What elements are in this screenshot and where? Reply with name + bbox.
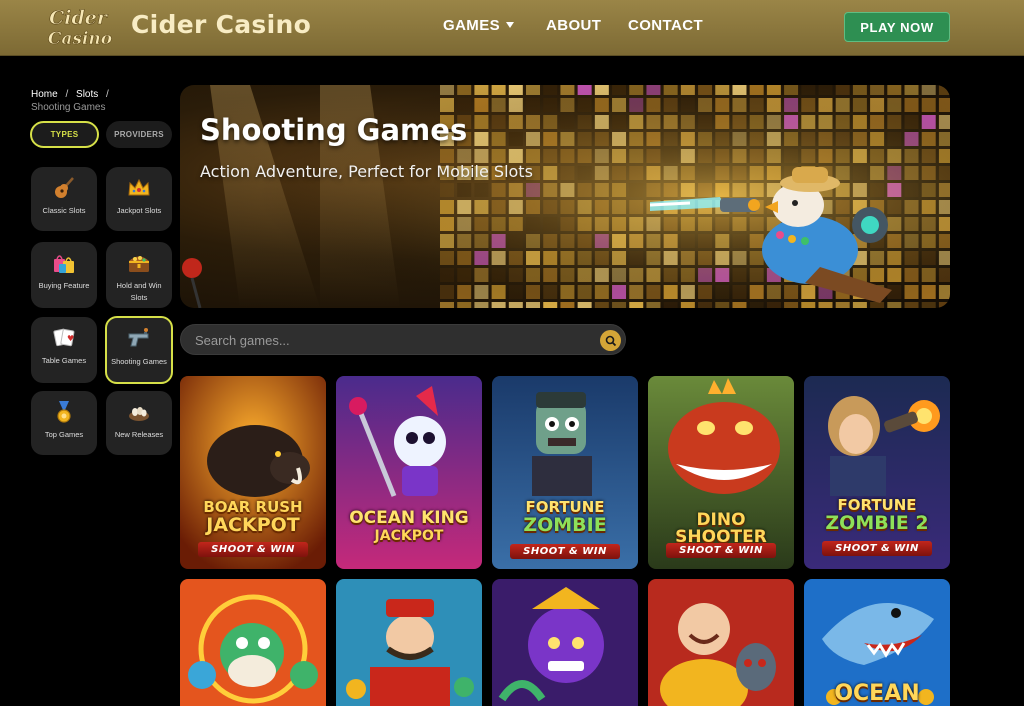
- game-title: OCEAN KING: [349, 508, 469, 528]
- banner-title: Shooting Games: [200, 113, 468, 147]
- game-tile-dino-shooter[interactable]: DINO SHOOTER SHOOT & WIN: [648, 376, 794, 569]
- game-tile[interactable]: [492, 579, 638, 706]
- search-button[interactable]: [600, 330, 621, 351]
- game-title: JACKPOT: [206, 514, 300, 536]
- guitar-icon: [55, 177, 74, 198]
- category-label: New Releases: [114, 430, 164, 439]
- filter-types[interactable]: TYPES: [30, 121, 99, 148]
- game-tagline: SHOOT & WIN: [666, 543, 776, 558]
- category-label: Table Games: [41, 356, 87, 365]
- lion-dance-illustration: [180, 579, 326, 706]
- treasure-chest-icon: [129, 256, 149, 272]
- nest-eggs-icon: [129, 407, 149, 421]
- zombie-illustration: [492, 376, 638, 569]
- breadcrumb: Home / Slots /: [31, 89, 114, 100]
- game-title: DINO SHOOTER: [675, 510, 767, 547]
- shopping-bags-icon: [54, 255, 74, 273]
- game-title: JACKPOT: [374, 528, 444, 544]
- category-label: Top Games: [44, 430, 84, 439]
- game-title: FORTUNE: [525, 498, 605, 516]
- game-title: OCEAN: [834, 681, 920, 706]
- game-tile-fortune-zombie[interactable]: FORTUNE ZOMBIE SHOOT & WIN: [492, 376, 638, 569]
- medal-icon: [57, 401, 71, 423]
- game-tile-ocean[interactable]: OCEAN: [804, 579, 950, 706]
- svg-text:Casino: Casino: [48, 29, 112, 49]
- category-new-releases[interactable]: New Releases: [106, 391, 172, 455]
- category-shooting-games[interactable]: Shooting Games: [105, 316, 173, 384]
- dragon-warrior-illustration: [492, 579, 638, 706]
- category-top-games[interactable]: Top Games: [31, 391, 97, 455]
- game-title: ZOMBIE: [523, 514, 607, 536]
- filter-providers[interactable]: PROVIDERS: [106, 121, 172, 148]
- breadcrumb-home[interactable]: Home: [31, 89, 58, 100]
- nav-contact[interactable]: CONTACT: [628, 17, 703, 34]
- game-title: BOAR RUSH: [203, 498, 303, 516]
- category-hold-and-win-slots[interactable]: Hold and Win Slots: [106, 242, 172, 308]
- boar-illustration: [180, 376, 326, 569]
- search-icon: [605, 335, 616, 346]
- game-tagline: SHOOT & WIN: [198, 542, 308, 557]
- laughing-buddha-illustration: [648, 579, 794, 706]
- nav-games[interactable]: GAMES: [443, 17, 515, 34]
- category-label: Jackpot Slots: [116, 206, 162, 215]
- game-title: FORTUNE: [837, 496, 917, 514]
- category-table-games[interactable]: ♥ Table Games: [31, 317, 97, 383]
- cider-casino-logo[interactable]: Cider Casino: [38, 4, 124, 50]
- category-label: Hold and Win Slots: [116, 281, 162, 302]
- category-label: Classic Slots: [42, 206, 86, 215]
- category-classic-slots[interactable]: Classic Slots: [31, 167, 97, 231]
- game-tile[interactable]: [336, 579, 482, 706]
- game-tile-boar-rush-jackpot[interactable]: BOAR RUSH JACKPOT SHOOT & WIN: [180, 376, 326, 569]
- game-tile[interactable]: [180, 579, 326, 706]
- game-tile-ocean-king-jackpot[interactable]: OCEAN KING JACKPOT: [336, 376, 482, 569]
- breadcrumb-slots[interactable]: Slots: [76, 89, 98, 100]
- crown-icon: [128, 178, 150, 196]
- nav-about[interactable]: ABOUT: [546, 17, 601, 34]
- nav-games-label: GAMES: [443, 17, 501, 34]
- svg-text:Cider: Cider: [49, 7, 109, 29]
- breadcrumb-separator: /: [65, 89, 69, 100]
- category-label: Buying Feature: [38, 281, 90, 290]
- svg-text:♥: ♥: [67, 334, 74, 343]
- search-bar: [180, 324, 626, 355]
- pistol-icon: [128, 328, 149, 347]
- breadcrumb-current: Shooting Games: [31, 102, 106, 113]
- game-tagline: SHOOT & WIN: [510, 544, 620, 559]
- breadcrumb-separator: /: [106, 89, 109, 100]
- search-input[interactable]: [195, 331, 575, 349]
- game-title: ZOMBIE 2: [825, 512, 929, 534]
- hero-banner: Shooting Games Action Adventure, Perfect…: [180, 85, 950, 308]
- fortune-god-illustration: [336, 579, 482, 706]
- category-jackpot-slots[interactable]: Jackpot Slots: [106, 167, 172, 231]
- play-now-button[interactable]: PLAY NOW: [844, 12, 950, 42]
- banner-subtitle: Action Adventure, Perfect for Mobile Slo…: [200, 162, 533, 181]
- category-buying-feature[interactable]: Buying Feature: [31, 242, 97, 308]
- site-name[interactable]: Cider Casino: [131, 10, 311, 39]
- caret-down-icon: [506, 22, 515, 28]
- playing-cards-icon: ♥: [53, 328, 75, 347]
- game-tile-fortune-zombie-2[interactable]: FORTUNE ZOMBIE 2 SHOOT & WIN: [804, 376, 950, 569]
- site-header: Cider Casino Cider Casino GAMES ABOUT CO…: [0, 0, 1024, 56]
- game-tile[interactable]: [648, 579, 794, 706]
- category-label: Shooting Games: [111, 357, 167, 366]
- game-tagline: SHOOT & WIN: [822, 541, 932, 556]
